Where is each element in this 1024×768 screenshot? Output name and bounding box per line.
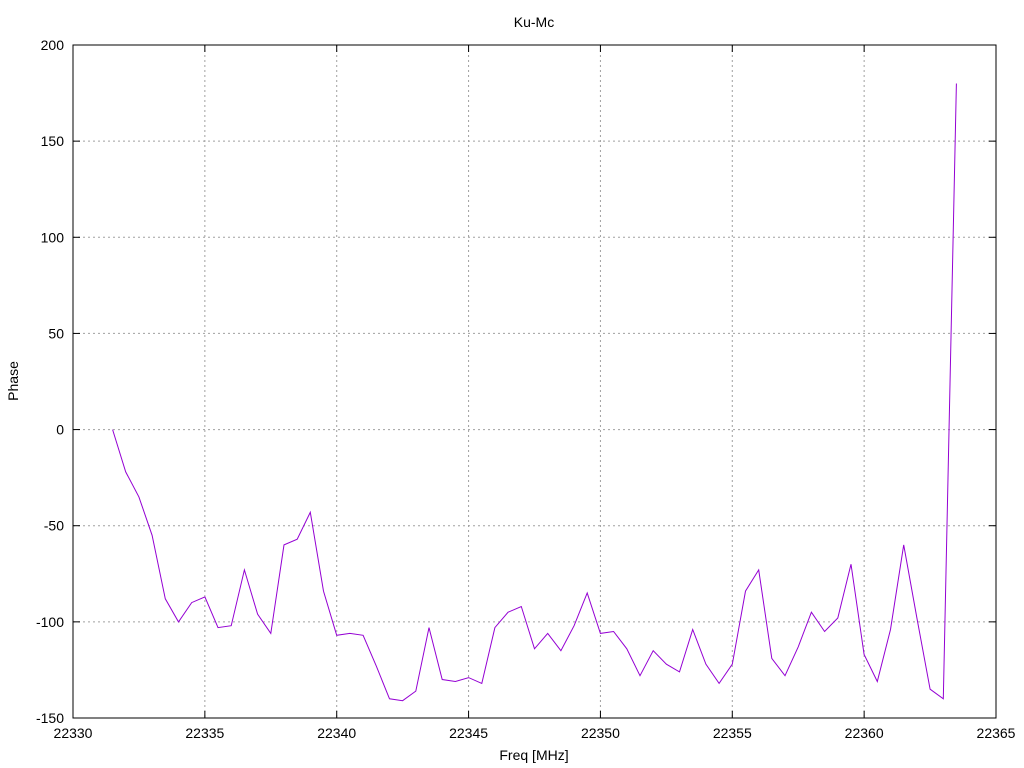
y-tick-label: 0 <box>56 422 64 438</box>
series-line <box>112 83 957 702</box>
y-axis-ticks: -150 -100 -50 0 50 100 150 200 <box>36 37 996 726</box>
series-layer <box>112 83 957 702</box>
y-axis-label: Phase <box>5 361 21 401</box>
y-tick-label: 100 <box>41 229 65 245</box>
phase-line-chart: Ku-Mc 22330 22335 22340 22345 22350 22355 2236… <box>5 14 1016 763</box>
y-tick-label: -100 <box>36 614 64 630</box>
x-tick-label: 22335 <box>185 725 224 741</box>
x-axis-label: Freq [MHz] <box>499 747 568 763</box>
chart-title: Ku-Mc <box>514 14 554 30</box>
x-tick-label: 22345 <box>449 725 488 741</box>
plot-frame <box>72 44 997 719</box>
x-axis-ticks: 22330 22335 22340 22345 22350 22355 22360 22365 <box>54 45 1016 741</box>
y-tick-label: -150 <box>36 710 64 726</box>
x-tick-label: 22365 <box>977 725 1016 741</box>
y-tick-label: 50 <box>48 325 64 341</box>
y-tick-label: -50 <box>44 518 64 534</box>
y-tick-label: 200 <box>41 37 65 53</box>
x-tick-label: 22330 <box>54 725 93 741</box>
x-tick-label: 22340 <box>317 725 356 741</box>
x-tick-label: 22355 <box>713 725 752 741</box>
x-tick-label: 22360 <box>845 725 884 741</box>
y-tick-label: 150 <box>41 133 65 149</box>
x-tick-label: 22350 <box>581 725 620 741</box>
grid-lines <box>73 45 996 718</box>
